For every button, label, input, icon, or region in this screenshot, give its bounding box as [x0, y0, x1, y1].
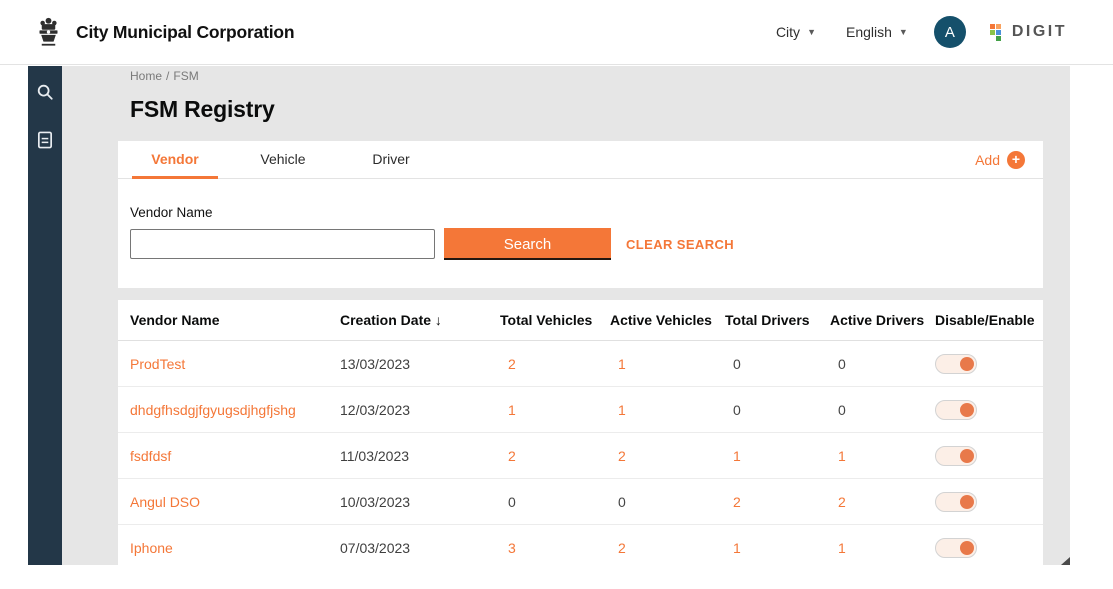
active-drivers-count: 0 — [830, 402, 935, 418]
page-title: FSM Registry — [130, 96, 1070, 123]
vendor-name-input[interactable] — [130, 229, 435, 259]
active-vehicles-count[interactable]: 2 — [610, 540, 725, 556]
add-button-label: Add — [975, 152, 1000, 168]
avatar[interactable]: A — [934, 16, 966, 48]
enable-toggle[interactable] — [935, 446, 977, 466]
col-total-vehicles: Total Vehicles — [500, 312, 610, 328]
chevron-down-icon: ▼ — [899, 27, 908, 37]
active-vehicles-count: 0 — [610, 494, 725, 510]
breadcrumb-separator: / — [166, 69, 169, 83]
toggle-knob — [960, 495, 974, 509]
brand: City Municipal Corporation — [35, 15, 294, 49]
sidebar-reports-item[interactable] — [35, 130, 55, 150]
clear-search-link[interactable]: CLEAR SEARCH — [626, 237, 734, 252]
breadcrumb-current: FSM — [173, 69, 198, 83]
language-dropdown[interactable]: English ▼ — [846, 24, 908, 40]
table-row: fsdfdsf 11/03/2023 2 2 1 1 — [118, 433, 1043, 479]
total-vehicles-count[interactable]: 1 — [500, 402, 610, 418]
active-drivers-count[interactable]: 1 — [830, 448, 935, 464]
breadcrumb: Home / FSM — [130, 69, 1070, 83]
total-vehicles-count: 0 — [500, 494, 610, 510]
national-emblem-logo — [35, 15, 62, 49]
search-form: Vendor Name Search CLEAR SEARCH — [118, 179, 1043, 288]
tab-vehicle[interactable]: Vehicle — [240, 141, 326, 179]
enable-toggle[interactable] — [935, 538, 977, 558]
language-dropdown-label: English — [846, 24, 892, 40]
active-vehicles-count[interactable]: 1 — [610, 402, 725, 418]
toggle-knob — [960, 403, 974, 417]
chevron-down-icon: ▼ — [807, 27, 816, 37]
results-table: Vendor Name Creation Date ↓ Total Vehicl… — [118, 300, 1043, 565]
total-vehicles-count[interactable]: 3 — [500, 540, 610, 556]
add-button[interactable]: Add + — [975, 141, 1025, 179]
digit-logo-text: DIGIT — [1012, 23, 1067, 41]
col-active-vehicles: Active Vehicles — [610, 312, 725, 328]
total-drivers-count[interactable]: 1 — [725, 448, 830, 464]
table-row: Iphone 07/03/2023 3 2 1 1 — [118, 525, 1043, 565]
creation-date: 12/03/2023 — [340, 402, 500, 418]
total-drivers-count[interactable]: 2 — [725, 494, 830, 510]
vendor-name-label: Vendor Name — [130, 205, 1031, 220]
search-button[interactable]: Search — [444, 228, 611, 260]
col-disable-enable: Disable/Enable — [935, 312, 1031, 328]
active-vehicles-count[interactable]: 2 — [610, 448, 725, 464]
active-drivers-count[interactable]: 2 — [830, 494, 935, 510]
creation-date: 13/03/2023 — [340, 356, 500, 372]
active-vehicles-count[interactable]: 1 — [610, 356, 725, 372]
toggle-knob — [960, 357, 974, 371]
tab-driver[interactable]: Driver — [348, 141, 434, 179]
vendor-link[interactable]: fsdfdsf — [130, 448, 340, 464]
sidebar-search-item[interactable] — [35, 82, 55, 102]
document-icon — [37, 131, 53, 149]
breadcrumb-home[interactable]: Home — [130, 69, 162, 83]
col-vendor-name: Vendor Name — [130, 312, 340, 328]
tab-vendor[interactable]: Vendor — [132, 141, 218, 179]
top-bar: City Municipal Corporation City ▼ Englis… — [0, 0, 1113, 65]
sidebar — [28, 66, 62, 565]
digit-logo: DIGIT — [990, 23, 1067, 41]
creation-date: 10/03/2023 — [340, 494, 500, 510]
plus-icon: + — [1007, 151, 1025, 169]
app-body: Home / FSM FSM Registry Vendor Vehicle Dri… — [28, 66, 1070, 565]
creation-date: 07/03/2023 — [340, 540, 500, 556]
table-row: dhdgfhsdgjfgyugsdjhgfjshg 12/03/2023 1 1… — [118, 387, 1043, 433]
vendor-link[interactable]: Iphone — [130, 540, 340, 556]
creation-date: 11/03/2023 — [340, 448, 500, 464]
total-drivers-count[interactable]: 1 — [725, 540, 830, 556]
active-drivers-count: 0 — [830, 356, 935, 372]
city-dropdown-label: City — [776, 24, 800, 40]
search-card: Vendor Vehicle Driver Add + Vendor Name … — [118, 141, 1043, 288]
table-row: ProdTest 13/03/2023 2 1 0 0 — [118, 341, 1043, 387]
enable-toggle[interactable] — [935, 400, 977, 420]
total-drivers-count: 0 — [725, 356, 830, 372]
total-drivers-count: 0 — [725, 402, 830, 418]
col-active-drivers: Active Drivers — [830, 312, 935, 328]
toggle-knob — [960, 449, 974, 463]
toggle-knob — [960, 541, 974, 555]
total-vehicles-count[interactable]: 2 — [500, 448, 610, 464]
table-row: Angul DSO 10/03/2023 0 0 2 2 — [118, 479, 1043, 525]
tab-bar: Vendor Vehicle Driver Add + — [118, 141, 1043, 179]
enable-toggle[interactable] — [935, 354, 977, 374]
table-header-row: Vendor Name Creation Date ↓ Total Vehicl… — [118, 300, 1043, 341]
main-content: Home / FSM FSM Registry Vendor Vehicle Dri… — [62, 66, 1070, 565]
total-vehicles-count[interactable]: 2 — [500, 356, 610, 372]
city-dropdown[interactable]: City ▼ — [776, 24, 816, 40]
digit-dots-icon — [990, 24, 1007, 41]
active-drivers-count[interactable]: 1 — [830, 540, 935, 556]
col-total-drivers: Total Drivers — [725, 312, 830, 328]
enable-toggle[interactable] — [935, 492, 977, 512]
app-title: City Municipal Corporation — [76, 22, 294, 43]
vendor-link[interactable]: Angul DSO — [130, 494, 340, 510]
search-icon — [36, 83, 54, 101]
col-creation-date[interactable]: Creation Date ↓ — [340, 312, 500, 328]
vendor-link[interactable]: ProdTest — [130, 356, 340, 372]
vendor-link[interactable]: dhdgfhsdgjfgyugsdjhgfjshg — [130, 402, 340, 418]
